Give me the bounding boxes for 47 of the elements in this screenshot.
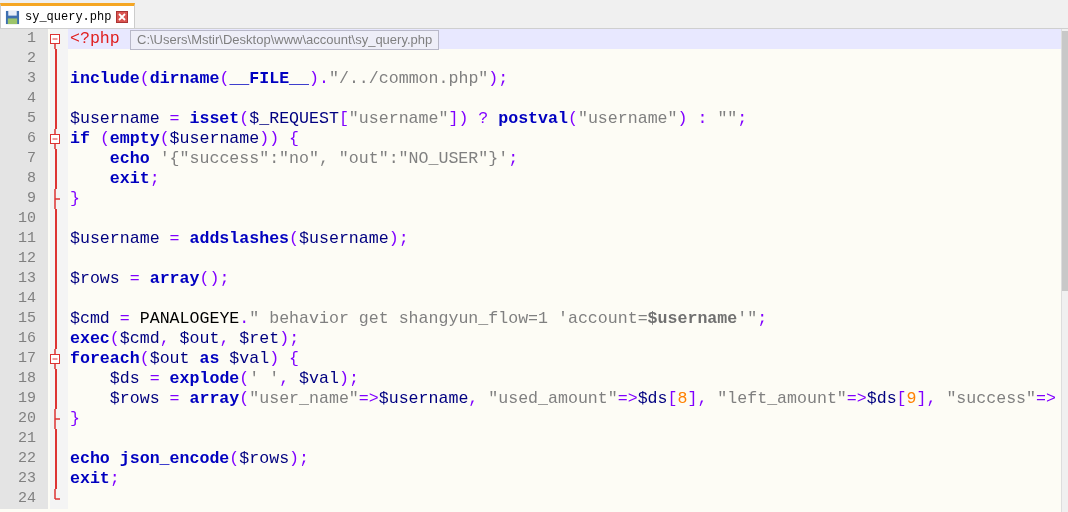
line-number: 6 bbox=[0, 129, 48, 149]
line-number: 9 bbox=[0, 189, 48, 209]
code-line: echo '{"success":"no", "out":"NO_USER"}'; bbox=[108, 149, 519, 168]
code-line: foreach($out as $val) { bbox=[70, 349, 300, 368]
code-line: exit; bbox=[70, 469, 120, 488]
code-line: $rows = array(); bbox=[70, 269, 230, 288]
code-line: exit; bbox=[108, 169, 160, 188]
line-number: 21 bbox=[0, 429, 48, 449]
line-number: 19 bbox=[0, 389, 48, 409]
line-number: 24 bbox=[0, 489, 48, 509]
code-line: echo json_encode($rows); bbox=[70, 449, 309, 468]
code-line: $username = addslashes($username); bbox=[70, 229, 409, 248]
code-line: if (empty($username)) { bbox=[70, 129, 300, 148]
close-icon[interactable] bbox=[116, 11, 129, 23]
scrollbar[interactable] bbox=[1061, 29, 1068, 512]
code-line: } bbox=[70, 409, 80, 428]
line-number: 23 bbox=[0, 469, 48, 489]
fold-collapse-icon[interactable] bbox=[50, 349, 60, 369]
path-tooltip: C:\Users\Mstir\Desktop\www\account\sy_query.php bbox=[130, 30, 440, 50]
code-line: } bbox=[70, 189, 80, 208]
code-line: $ds = explode(' ', $val); bbox=[108, 369, 359, 388]
line-number: 13 bbox=[0, 269, 48, 289]
line-number: 1 bbox=[0, 29, 48, 49]
code-line: exec($cmd, $out, $ret); bbox=[70, 329, 300, 348]
code-line: $username = isset($_REQUEST["username"]) ? postval("username") : ""; bbox=[70, 109, 748, 128]
code-line: $rows = array("user_name"=>$username, "used_amount"=>$ds[8], "left_amount"=>$ds[9], "success"=> bbox=[108, 389, 1056, 408]
line-number: 12 bbox=[0, 249, 48, 269]
line-number: 3 bbox=[0, 69, 48, 89]
line-number: 4 bbox=[0, 89, 48, 109]
line-number: 22 bbox=[0, 449, 48, 469]
line-number: 11 bbox=[0, 229, 48, 249]
fold-collapse-icon[interactable] bbox=[50, 129, 60, 149]
code-line: include(dirname(__FILE__)."/../common.php"); bbox=[70, 69, 509, 88]
line-number: 15 bbox=[0, 309, 48, 329]
file-tab[interactable]: sy_query.php bbox=[0, 3, 136, 28]
line-number: 10 bbox=[0, 209, 48, 229]
line-number: 5 bbox=[0, 109, 48, 129]
line-number: 18 bbox=[0, 369, 48, 389]
line-number: 7 bbox=[0, 149, 48, 169]
line-number: 17 bbox=[0, 349, 48, 369]
line-number: 16 bbox=[0, 329, 48, 349]
line-number: 14 bbox=[0, 289, 48, 309]
line-number: 2 bbox=[0, 49, 48, 69]
line-number: 20 bbox=[0, 409, 48, 429]
line-number: 8 bbox=[0, 169, 48, 189]
code-line: <?php bbox=[70, 29, 120, 48]
code-line: $cmd = PANALOGEYE." behavior get shangyun_flow=1 'account=$username'"; bbox=[70, 309, 768, 328]
